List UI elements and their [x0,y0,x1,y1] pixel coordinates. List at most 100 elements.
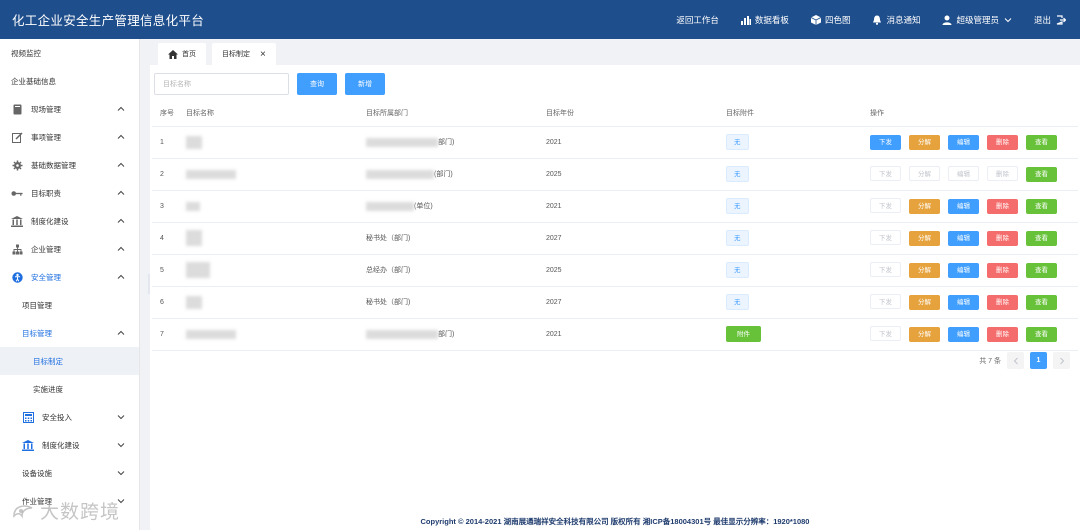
view-button[interactable]: 查看 [1026,167,1057,182]
attachment-tag[interactable]: 无 [726,230,749,246]
sidebar-item-label: 基础数据管理 [31,160,76,170]
dispatch-button[interactable]: 下发 [870,134,901,150]
view-button[interactable]: 查看 [1026,263,1057,278]
sidebar-item-invest[interactable]: 安全投入 [0,403,139,431]
edit-button[interactable]: 编辑 [948,295,979,310]
four-color-label: 四色图 [824,14,851,25]
page-number-button[interactable]: 1 [1030,352,1047,369]
cell-name [186,126,366,159]
edit-button[interactable]: 编辑 [948,263,979,278]
messages-label: 消息通知 [886,14,921,25]
user-menu[interactable]: 超级管理员 [942,14,1012,26]
view-button[interactable]: 查看 [1026,134,1057,150]
view-button[interactable]: 查看 [1026,327,1057,342]
attachment-tag[interactable]: 无 [726,262,749,278]
decompose-button[interactable]: 分解 [909,199,940,214]
sidebar-item-duties[interactable]: 目标职责 [0,179,139,207]
table-header-row: 序号 目标名称 目标所属部门 目标年份 目标附件 操作 [152,101,1078,127]
sidebar-item-site[interactable]: 现场管理 [0,95,139,123]
sidebar-item-label: 目标管理 [22,328,52,338]
cell-attachment: 无 [726,190,870,223]
decompose-button[interactable]: 分解 [909,263,940,278]
decompose-button[interactable]: 分解 [909,134,940,150]
sidebar-item-institution[interactable]: 制度化建设 [0,207,139,235]
decompose-button[interactable]: 分解 [909,295,940,310]
attachment-tag[interactable]: 无 [726,198,749,214]
sidebar-item-goal-make[interactable]: 目标制定 [0,347,139,375]
table-row: 6 秘书处（部门) 2027 无 下发 分解 编辑 删除 查看 [152,286,1078,319]
edit-button[interactable]: 编辑 [948,166,979,181]
search-toolbar: 查询 新增 [154,73,385,95]
sidebar-item-goal[interactable]: 目标管理 [0,319,139,347]
delete-button[interactable]: 删除 [987,134,1018,150]
decompose-button[interactable]: 分解 [909,327,940,342]
cell-dept: 部门) [366,318,546,351]
decompose-button[interactable]: 分解 [909,231,940,246]
sidebar-item-label: 目标制定 [33,356,63,366]
table-row: 1 部门) 2021 无 下发 分解 编辑 删除 查看 [152,126,1078,159]
prev-page-button[interactable] [1007,352,1024,369]
chevron-up-icon [117,246,125,251]
edit-button[interactable]: 编辑 [948,231,979,246]
dispatch-button[interactable]: 下发 [870,294,901,309]
sidebar-item-enterprise[interactable]: 企业管理 [0,235,139,263]
dispatch-button[interactable]: 下发 [870,166,901,181]
sidebar-item-base-data[interactable]: 基础数据管理 [0,151,139,179]
view-button[interactable]: 查看 [1026,199,1057,214]
tab-home[interactable]: 首页 [158,43,206,65]
view-button[interactable]: 查看 [1026,231,1057,246]
logout-button[interactable]: 退出 [1034,14,1066,26]
sidebar-item-progress[interactable]: 实施进度 [0,375,139,403]
cell-actions: 下发 分解 编辑 删除 查看 [870,126,1078,159]
dispatch-button[interactable]: 下发 [870,198,901,213]
sidebar-item-equipment[interactable]: 设备设施 [0,459,139,487]
close-icon[interactable]: × [260,49,266,60]
query-button[interactable]: 查询 [297,73,337,95]
add-button[interactable]: 新增 [345,73,385,95]
dispatch-button[interactable]: 下发 [870,230,901,245]
attachment-tag[interactable]: 无 [726,294,749,310]
back-workbench-link[interactable]: 返回工作台 [676,14,719,26]
cell-year: 2027 [546,286,726,319]
chevron-left-icon [1013,357,1018,364]
edit-button[interactable]: 编辑 [948,134,979,150]
sidebar-item-institution2[interactable]: 制度化建设 [0,431,139,459]
delete-button[interactable]: 删除 [987,327,1018,342]
sidebar-item-safety[interactable]: 安全管理 [0,263,139,291]
delete-button[interactable]: 删除 [987,199,1018,214]
four-color-link[interactable]: 四色图 [810,14,851,26]
attachment-tag[interactable]: 附件 [726,326,761,342]
table-row: 7 部门) 2021 附件 下发 分解 编辑 删除 查看 [152,318,1078,351]
logout-icon [1056,14,1066,25]
sidebar-item-company-info[interactable]: 企业基础信息 [0,67,139,95]
chevron-up-icon [117,274,125,279]
sidebar-item-affairs[interactable]: 事项管理 [0,123,139,151]
decompose-button[interactable]: 分解 [909,166,940,181]
sidebar-item-label: 视频监控 [11,48,41,58]
delete-button[interactable]: 删除 [987,263,1018,278]
delete-button[interactable]: 删除 [987,231,1018,246]
cell-year: 2027 [546,222,726,255]
sidebar-item-label: 安全管理 [31,272,61,282]
edit-button[interactable]: 编辑 [948,199,979,214]
data-board-link[interactable]: 数据看板 [740,14,789,26]
goal-name-search-input[interactable] [154,73,289,95]
dispatch-button[interactable]: 下发 [870,326,901,341]
view-button[interactable]: 查看 [1026,295,1057,310]
attachment-tag[interactable]: 无 [726,166,749,182]
sidebar-item-project[interactable]: 项目管理 [0,291,139,319]
tab-goal-make[interactable]: 目标制定 × [212,43,276,65]
dispatch-button[interactable]: 下发 [870,262,901,277]
dept-suffix: 部门) [438,331,455,338]
messages-link[interactable]: 消息通知 [872,14,920,26]
logout-label: 退出 [1033,14,1051,25]
delete-button[interactable]: 删除 [987,295,1018,310]
cell-dept: 部门) [366,126,546,159]
attachment-tag[interactable]: 无 [726,134,749,150]
cell-dept: 总经办（部门) [366,254,546,287]
sidebar-item-video[interactable]: 视频监控 [0,39,139,67]
next-page-button[interactable] [1053,352,1070,369]
top-header: 化工企业安全生产管理信息化平台 返回工作台 数据看板 四色图 消息通知 超级管理… [0,0,1080,39]
delete-button[interactable]: 删除 [987,166,1018,181]
edit-button[interactable]: 编辑 [948,327,979,342]
